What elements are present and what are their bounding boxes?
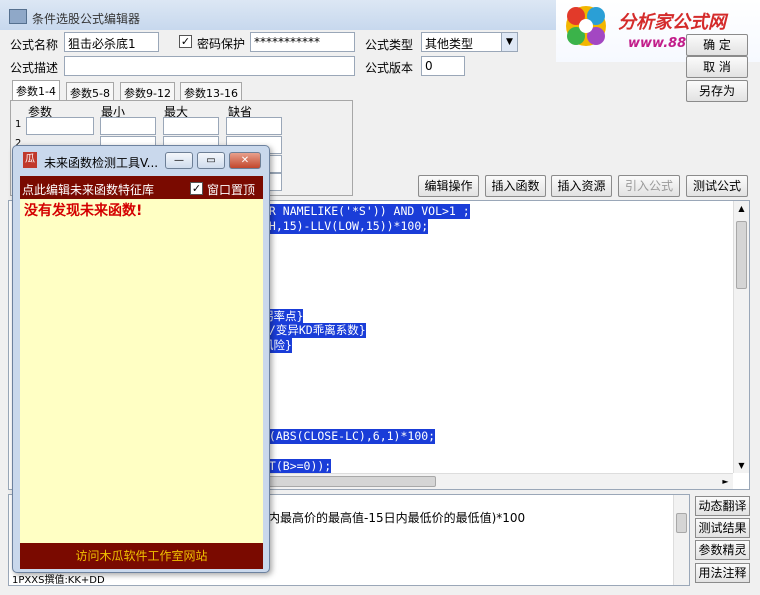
code-horizontal-scrollbar[interactable]: ►	[262, 473, 733, 489]
param-1-max[interactable]	[163, 117, 219, 135]
tab-params-9-12[interactable]: 参数9-12	[120, 82, 175, 100]
ok-button[interactable]: 确 定	[686, 34, 748, 56]
code-line: OR NAMELIKE('*S')) AND VOL>1 ;	[262, 204, 470, 219]
scroll-right-icon[interactable]: ►	[718, 474, 733, 489]
minimize-icon[interactable]: —	[165, 152, 193, 169]
result-message: 没有发现未来函数!	[24, 203, 143, 219]
version-label: 公式版本	[365, 61, 414, 75]
app-icon	[9, 9, 27, 24]
scroll-thumb[interactable]	[266, 476, 436, 487]
dynamic-translate-button[interactable]: 动态翻译	[695, 496, 750, 516]
param-1-min[interactable]	[100, 117, 156, 135]
chevron-down-icon[interactable]: ▼	[501, 33, 517, 51]
insert-function-button[interactable]: 插入函数	[485, 175, 546, 197]
desc-field[interactable]	[64, 56, 355, 76]
param-row-number: 1	[15, 119, 22, 130]
visit-website-link[interactable]: 访问木瓜软件工作室网站	[20, 547, 263, 564]
popup-result-area	[20, 199, 263, 543]
scroll-up-icon[interactable]: ▲	[734, 201, 749, 216]
import-formula-button[interactable]: 引入公式	[618, 175, 680, 197]
param-wizard-button[interactable]: 参数精灵	[695, 540, 750, 560]
code-line: GH,15)-LLV(LOW,15))*100;	[262, 219, 429, 234]
scroll-down-icon[interactable]: ▼	[734, 458, 749, 473]
topmost-label: 窗口置顶	[207, 183, 256, 197]
name-label: 公式名称	[10, 38, 59, 52]
code-vertical-scrollbar[interactable]: ▲ ▼	[733, 201, 749, 473]
explanation-scrollbar[interactable]	[673, 495, 689, 585]
code-line: //变异KD乖离系数}	[262, 323, 366, 338]
usage-notes-button[interactable]: 用法注释	[695, 563, 750, 583]
close-icon[interactable]: ✕	[229, 152, 261, 169]
name-field[interactable]: 狙击必杀底1	[64, 32, 159, 52]
code-line: ST(B>=0));	[262, 459, 332, 474]
explanation-text: 内最高价的最高值-15日内最低价的最低值)*100	[268, 511, 526, 525]
param-1-default[interactable]	[226, 117, 282, 135]
edit-operations-button[interactable]: 编辑操作	[418, 175, 479, 197]
scroll-thumb[interactable]	[676, 513, 687, 533]
logo-text: 分析家公式网	[618, 12, 726, 33]
tab-params-13-16[interactable]: 参数13-16	[180, 82, 242, 100]
cancel-button[interactable]: 取 消	[686, 56, 748, 78]
popup-title: 未来函数检测工具V...	[44, 156, 159, 170]
tab-params-5-8[interactable]: 参数5-8	[66, 82, 114, 100]
popup-app-icon: 瓜	[23, 152, 37, 168]
password-label: 密码保护	[197, 37, 246, 51]
type-select[interactable]: 其他类型 ▼	[421, 32, 518, 52]
test-formula-button[interactable]: 测试公式	[686, 175, 748, 197]
explanation-text-bottom: 1PXXS撰值:KK+DD	[12, 575, 105, 586]
type-select-value: 其他类型	[425, 37, 474, 51]
maximize-icon[interactable]: ▭	[197, 152, 225, 169]
window-title: 条件选股公式编辑器	[32, 12, 141, 26]
desc-label: 公式描述	[10, 61, 59, 75]
password-checkbox[interactable]: ✓	[179, 35, 192, 48]
edit-feature-library-link[interactable]: 点此编辑未来函数特征库	[22, 181, 154, 198]
version-field[interactable]: 0	[421, 56, 465, 76]
code-line: A(ABS(CLOSE-LC),6,1)*100;	[262, 429, 436, 444]
password-field[interactable]: ***********	[250, 32, 355, 52]
save-as-button[interactable]: 另存为	[686, 80, 748, 102]
topmost-checkbox[interactable]: ✓	[190, 182, 203, 195]
tab-params-1-4[interactable]: 参数1-4	[12, 80, 60, 100]
insert-resource-button[interactable]: 插入资源	[551, 175, 612, 197]
type-label: 公式类型	[365, 38, 414, 52]
param-1-name[interactable]	[26, 117, 94, 135]
test-result-button[interactable]: 测试结果	[695, 518, 750, 538]
scroll-thumb[interactable]	[736, 221, 747, 289]
